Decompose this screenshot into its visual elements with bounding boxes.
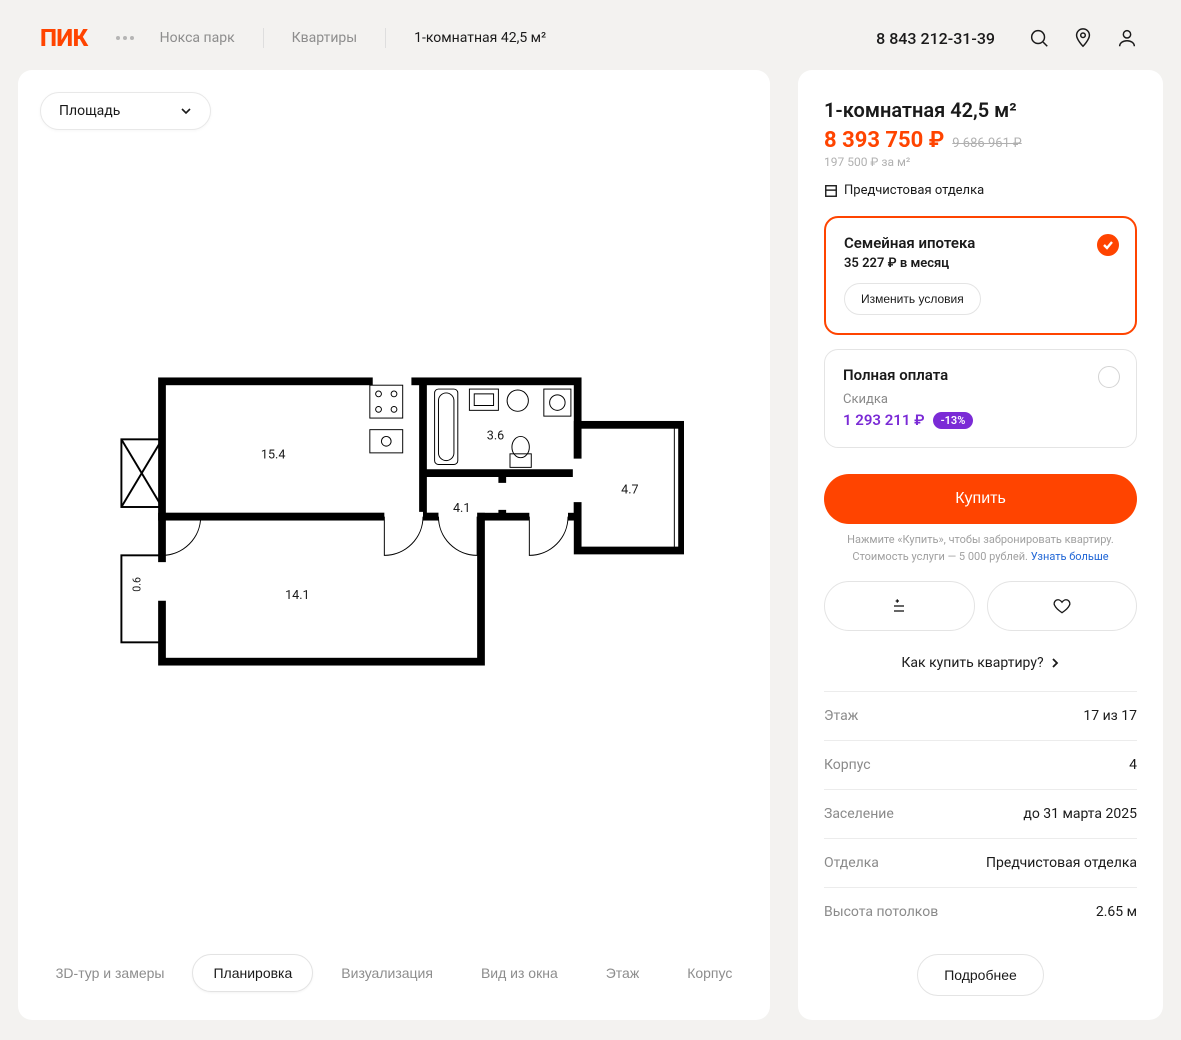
finish-label: Предчистовая отделка bbox=[844, 183, 984, 198]
area-dropdown[interactable]: Площадь bbox=[40, 92, 211, 130]
view-tabs: 3D-тур и замеры Планировка Визуализация … bbox=[18, 932, 770, 1020]
how-to-buy-link[interactable]: Как купить квартиру? bbox=[824, 655, 1137, 671]
tab-building[interactable]: Корпус bbox=[667, 954, 752, 992]
spec-row: Высота потолков2.65 м bbox=[824, 888, 1137, 936]
room-hall-area: 4.1 bbox=[453, 500, 470, 515]
location-icon[interactable] bbox=[1069, 24, 1097, 52]
spec-row: Этаж17 из 17 bbox=[824, 692, 1137, 741]
chevron-down-icon bbox=[180, 105, 192, 117]
buy-button[interactable]: Купить bbox=[824, 474, 1137, 524]
chevron-right-icon bbox=[1050, 658, 1060, 668]
breadcrumb-apartments[interactable]: Квартиры bbox=[284, 24, 365, 52]
tab-3dtour[interactable]: 3D-тур и замеры bbox=[36, 954, 185, 992]
price-per-sqm: 197 500 ₽ за м² bbox=[824, 155, 1137, 169]
mortgage-card[interactable]: Семейная ипотека 35 227 ₽ в месяц Измени… bbox=[824, 216, 1137, 335]
heart-icon bbox=[1052, 596, 1072, 616]
spec-row: Корпус4 bbox=[824, 741, 1137, 790]
area-dropdown-label: Площадь bbox=[59, 103, 120, 119]
tab-floor[interactable]: Этаж bbox=[586, 954, 659, 992]
spec-row: Заселениедо 31 марта 2025 bbox=[824, 790, 1137, 839]
profile-icon[interactable] bbox=[1113, 24, 1141, 52]
apartment-title: 1-комнатная 42,5 м² bbox=[824, 98, 1137, 122]
tab-windowview[interactable]: Вид из окна bbox=[461, 954, 578, 992]
discount-badge: -13% bbox=[933, 412, 974, 429]
room-bath-area: 3.6 bbox=[487, 428, 504, 443]
discount-label: Скидка bbox=[843, 392, 1118, 407]
search-icon[interactable] bbox=[1025, 24, 1053, 52]
tab-plan[interactable]: Планировка bbox=[192, 954, 313, 992]
fullpay-card[interactable]: Полная оплата Скидка 1 293 211 ₽ -13% bbox=[824, 349, 1137, 448]
offer-panel: 1-комнатная 42,5 м² 8 393 750 ₽ 9 686 96… bbox=[798, 70, 1163, 1020]
header-phone[interactable]: 8 843 212-31-39 bbox=[876, 29, 995, 48]
specs-table: Этаж17 из 17 Корпус4 Заселениедо 31 март… bbox=[824, 691, 1137, 936]
breadcrumb-separator bbox=[263, 28, 264, 48]
room-loggia-area: 4.7 bbox=[621, 482, 638, 497]
buy-hint: Нажмите «Купить», чтобы забронировать кв… bbox=[824, 532, 1137, 565]
spec-row: ОтделкаПредчистовая отделка bbox=[824, 839, 1137, 888]
room-kitchen-area: 15.4 bbox=[261, 447, 285, 462]
breadcrumb-project[interactable]: Нокса парк bbox=[152, 24, 243, 52]
header: ПИК Нокса парк Квартиры 1-комнатная 42,5… bbox=[0, 0, 1181, 70]
change-terms-button[interactable]: Изменить условия bbox=[844, 283, 981, 315]
plan-panel: Площадь bbox=[18, 70, 770, 1020]
compare-button[interactable] bbox=[824, 581, 975, 631]
price: 8 393 750 ₽ bbox=[824, 128, 944, 153]
favorite-button[interactable] bbox=[987, 581, 1138, 631]
discount-value: 1 293 211 ₽ bbox=[843, 411, 925, 429]
learn-more-link[interactable]: Узнать больше bbox=[1031, 550, 1109, 563]
room-living-area: 14.1 bbox=[285, 587, 309, 602]
mortgage-radio[interactable] bbox=[1097, 234, 1119, 256]
tab-visualization[interactable]: Визуализация bbox=[321, 954, 453, 992]
floor-plan: 15.4 14.1 3.6 4.1 4.7 0.6 bbox=[18, 70, 770, 932]
breadcrumb-separator bbox=[385, 28, 386, 48]
floor-plan-svg: 15.4 14.1 3.6 4.1 4.7 0.6 bbox=[104, 362, 684, 681]
fullpay-title: Полная оплата bbox=[843, 366, 1118, 384]
compare-icon bbox=[889, 596, 909, 616]
more-button[interactable]: Подробнее bbox=[917, 954, 1044, 996]
finish-icon bbox=[824, 184, 838, 198]
fullpay-radio[interactable] bbox=[1098, 366, 1120, 388]
menu-dots-icon[interactable] bbox=[116, 36, 134, 40]
price-old: 9 686 961 ₽ bbox=[952, 136, 1021, 151]
room-balcony-area: 0.6 bbox=[131, 576, 144, 591]
breadcrumb-current: 1-комнатная 42,5 м² bbox=[406, 24, 554, 52]
logo[interactable]: ПИК bbox=[40, 24, 88, 52]
mortgage-title: Семейная ипотека bbox=[844, 234, 1117, 252]
mortgage-monthly: 35 227 ₽ в месяц bbox=[844, 256, 1117, 271]
